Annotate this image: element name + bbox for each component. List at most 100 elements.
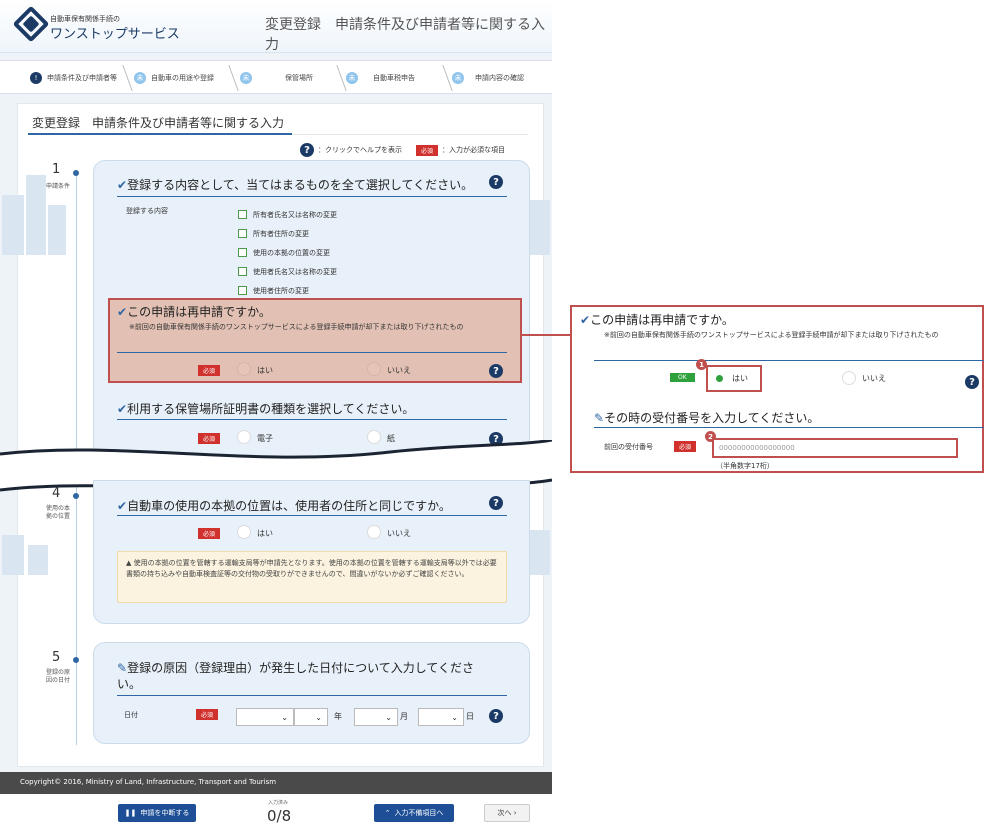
- step-label: 保管場所: [285, 74, 313, 82]
- progress-label: 入力済み: [268, 800, 289, 806]
- step-status-icon: !: [30, 72, 42, 84]
- step-divider: [433, 65, 453, 91]
- pause-icon: ❚❚: [124, 809, 137, 817]
- help-icon[interactable]: ?: [489, 175, 503, 189]
- step-3[interactable]: 未 保管場所: [240, 61, 313, 95]
- step-4[interactable]: 未 自動車税申告: [346, 61, 415, 95]
- section-number: 5: [52, 650, 61, 665]
- bottom-action-bar: ❚❚ 申請を中断する 入力済み 0/8 ⌃ 入力不備項目へ 次へ ›: [0, 794, 552, 833]
- radio-no[interactable]: [842, 371, 856, 385]
- radio-yes-selected[interactable]: [716, 375, 723, 382]
- logo-title: ワンストップサービス: [50, 27, 180, 42]
- radio-no[interactable]: [367, 525, 381, 539]
- checkbox[interactable]: [238, 229, 247, 238]
- help-icon[interactable]: ?: [489, 709, 503, 723]
- logo-icon: [12, 5, 50, 43]
- step-label: 自動車の用途や登録: [151, 74, 214, 82]
- chevron-down-icon: ⌄: [451, 712, 458, 722]
- section-label: 申請条件: [46, 183, 71, 190]
- step-label: 自動車税申告: [373, 74, 415, 82]
- radio-label: いいえ: [862, 374, 886, 383]
- checkbox-item[interactable]: 使用者氏名又は名称の変更: [238, 262, 337, 281]
- input-hint: （半角数字17桁）: [716, 462, 774, 470]
- checkbox[interactable]: [238, 267, 247, 276]
- timeline-line: [76, 475, 77, 745]
- step-2[interactable]: 未 自動車の用途や登録: [134, 61, 214, 95]
- timeline-dot: [73, 657, 79, 663]
- month-label: 月: [400, 712, 408, 721]
- up-arrow-icon: ⌃: [384, 809, 391, 817]
- help-legend: ? ：クリックでヘルプを表示 必須 ：入力が必須な項目: [300, 143, 505, 157]
- warning-note: ▲ 使用の本拠の位置を管轄する運輸支局等が申請先となります。使用の本拠の位置を管…: [117, 551, 507, 603]
- question-underline: [594, 360, 984, 361]
- question-title: ✔登録する内容として、当てはまるものを全て選択してください。: [117, 178, 474, 192]
- checkbox-group: 所有者氏名又は名称の変更 所有者住所の変更 使用の本拠の位置の変更 使用者氏名又…: [238, 205, 337, 300]
- section-number: 1: [52, 162, 61, 177]
- radio-label: いいえ: [387, 366, 411, 375]
- step-divider: [219, 65, 239, 91]
- checkbox[interactable]: [238, 248, 247, 257]
- required-badge: 必須: [198, 365, 221, 376]
- question-title: ✔この申請は再申請ですか。: [117, 305, 271, 319]
- question-underline: [117, 419, 507, 420]
- checkbox-item[interactable]: 所有者住所の変更: [238, 224, 337, 243]
- copyright: Copyright© 2016, Ministry of Land, Infra…: [20, 778, 277, 786]
- step-divider: [327, 65, 347, 91]
- timeline-dot: [73, 170, 79, 176]
- help-icon[interactable]: ?: [489, 364, 503, 378]
- question-title: ✎登録の原因（登録理由）が発生した日付について入力してください。: [117, 661, 474, 691]
- check-icon: ✔: [117, 305, 128, 319]
- question-note: ※前回の自動車保有関係手続のワンストップサービスによる登録手続申請が却下または取…: [129, 323, 464, 331]
- radio-no[interactable]: [367, 362, 381, 376]
- era-select[interactable]: ⌄: [236, 708, 294, 726]
- page-title: 変更登録 申請条件及び申請者等に関する入力: [265, 17, 545, 53]
- question-title: ✔利用する保管場所証明書の種類を選択してください。: [117, 402, 415, 416]
- year-select[interactable]: ⌄: [294, 708, 328, 726]
- help-icon[interactable]: ?: [489, 496, 503, 510]
- chevron-down-icon: ⌄: [281, 712, 288, 722]
- edit-icon: ✎: [117, 661, 128, 675]
- help-icon[interactable]: ?: [965, 375, 979, 389]
- check-icon: ✔: [580, 313, 591, 327]
- checkbox-item[interactable]: 所有者氏名又は名称の変更: [238, 205, 337, 224]
- field-label: 登録する内容: [126, 207, 168, 215]
- step-5[interactable]: 未 申請内容の確認: [452, 61, 524, 95]
- chevron-down-icon: ⌄: [315, 712, 322, 722]
- step-status-icon: 未: [452, 72, 464, 84]
- next-button[interactable]: 次へ ›: [484, 804, 530, 822]
- required-badge: 必須: [674, 441, 697, 452]
- section-number: 4: [52, 486, 61, 501]
- footer: Copyright© 2016, Ministry of Land, Infra…: [0, 772, 552, 794]
- required-badge: 必須: [198, 528, 221, 539]
- step-status-icon: 未: [346, 72, 358, 84]
- question-underline: [117, 196, 507, 197]
- radio-yes[interactable]: [237, 362, 251, 376]
- check-icon: ✔: [117, 178, 128, 192]
- step-navigation: ! 申請条件及び申請者等 未 自動車の用途や登録 未 保管場所 未 自動車税申告…: [0, 60, 552, 94]
- ok-badge: OK: [670, 373, 695, 382]
- radio-label: はい: [257, 366, 273, 375]
- radio-label: いいえ: [387, 529, 411, 538]
- help-legend-text: ：クリックでヘルプを表示: [318, 146, 402, 154]
- radio-yes[interactable]: [237, 525, 251, 539]
- checkbox-item[interactable]: 使用の本拠の位置の変更: [238, 243, 337, 262]
- zoom-callout: ✔この申請は再申請ですか。 ※前回の自動車保有関係手続のワンストップサービスによ…: [570, 305, 984, 473]
- step-1[interactable]: ! 申請条件及び申請者等: [30, 61, 117, 95]
- checkbox[interactable]: [238, 286, 247, 295]
- receipt-number-input[interactable]: 00000000000000000: [712, 438, 958, 458]
- checkbox[interactable]: [238, 210, 247, 219]
- section-label: 使用の本 拠の位置: [46, 505, 71, 520]
- question-underline: [117, 515, 507, 516]
- card-title: 変更登録 申請条件及び申請者等に関する入力: [32, 116, 285, 130]
- callout-badge-1: 1: [696, 359, 707, 370]
- radio-label: はい: [257, 529, 273, 538]
- day-select[interactable]: ⌄: [418, 708, 464, 726]
- day-label: 日: [466, 712, 474, 721]
- month-select[interactable]: ⌄: [354, 708, 398, 726]
- question-underline: [117, 695, 507, 696]
- title-underline: [28, 133, 292, 135]
- missing-items-button[interactable]: ⌃ 入力不備項目へ: [374, 804, 454, 822]
- step-label: 申請内容の確認: [475, 74, 524, 82]
- required-legend-text: ：入力が必須な項目: [442, 146, 506, 154]
- pause-button[interactable]: ❚❚ 申請を中断する: [118, 804, 196, 822]
